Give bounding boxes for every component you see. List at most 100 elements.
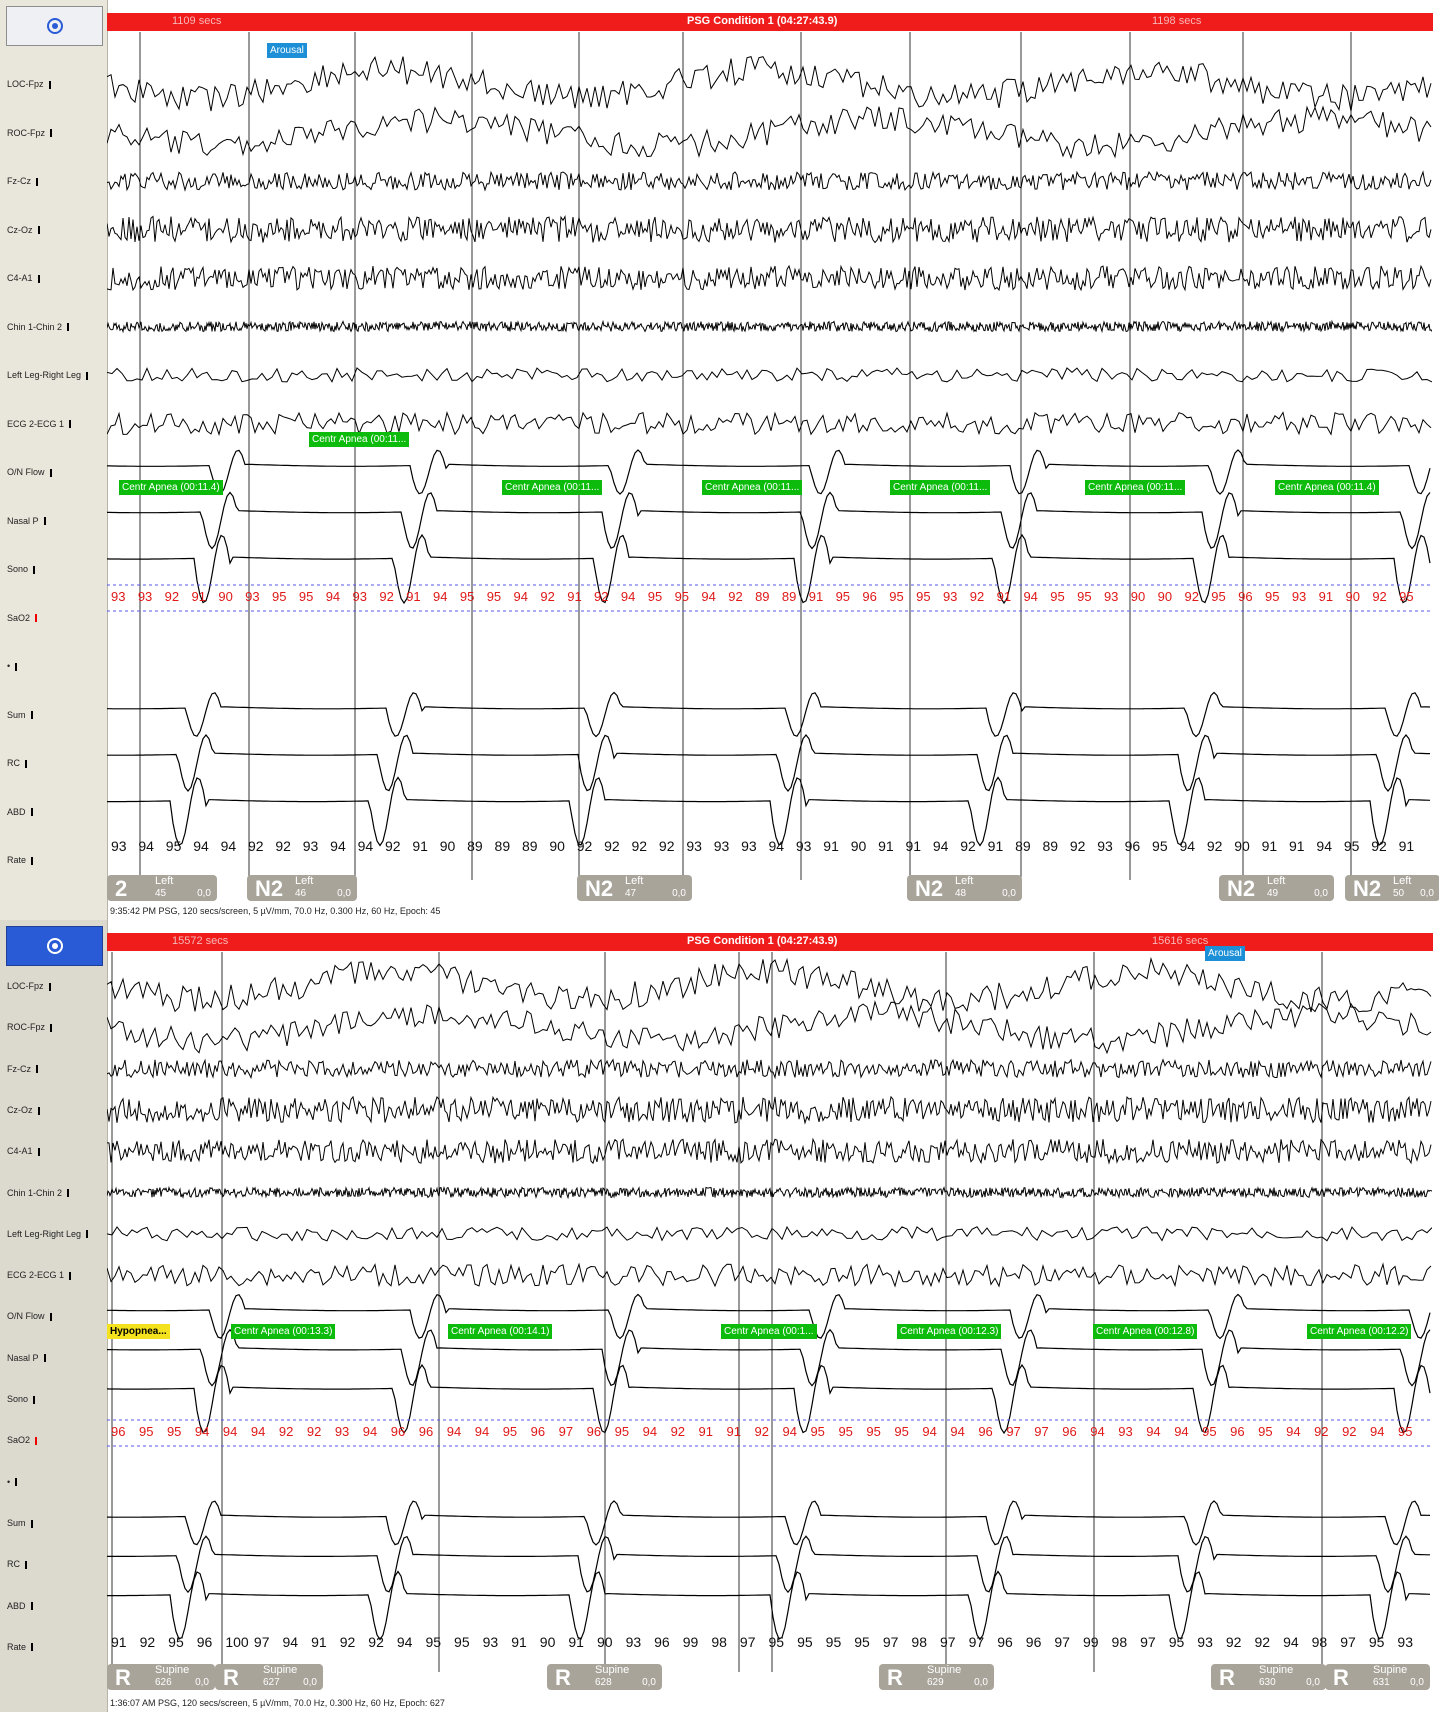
sleep-stage-badge[interactable]: R Supine 631 0,0 xyxy=(1325,1664,1430,1690)
sleep-stage-badge[interactable]: N2 Left 46 0,0 xyxy=(247,875,357,901)
sleep-stage-badge[interactable]: N2 Left 48 0,0 xyxy=(907,875,1022,901)
spo2-value: 91 xyxy=(726,1424,741,1439)
channel-label[interactable]: C4-A1 xyxy=(7,1145,40,1157)
signal-trace xyxy=(107,215,1432,244)
heart-rate-value: 97 xyxy=(1340,1634,1356,1650)
channel-label[interactable]: • xyxy=(7,1476,18,1488)
central-apnea-event[interactable]: Centr Apnea (00:13.3) xyxy=(231,1324,336,1339)
heart-rate-value: 92 xyxy=(247,838,264,854)
sleep-stage-badge[interactable]: 2 Left 45 0,0 xyxy=(107,875,217,901)
sleep-stage-badge[interactable]: N2 Left 50 0,0 xyxy=(1345,875,1439,901)
channel-label[interactable]: ROC-Fpz xyxy=(7,1021,52,1033)
arousal-event[interactable]: Arousal xyxy=(1205,946,1245,961)
channel-label-text: Fz-Cz xyxy=(7,1063,31,1074)
central-apnea-event[interactable]: Centr Apnea (00:12.3) xyxy=(897,1324,1002,1339)
channel-label[interactable]: Cz-Oz xyxy=(7,224,40,236)
channel-label[interactable]: LOC-Fpz xyxy=(7,980,51,992)
channel-label[interactable]: ABD xyxy=(7,1600,33,1612)
spo2-value: 95 xyxy=(1202,1424,1217,1439)
heart-rate-value: 96 xyxy=(1025,1634,1042,1650)
hypopnea-event[interactable]: Hypopnea... xyxy=(107,1324,170,1339)
sleep-stage-label: N2 xyxy=(1227,876,1256,901)
central-apnea-event[interactable]: Centr Apnea (00:11.4) xyxy=(1275,480,1379,495)
channel-scale-marker xyxy=(25,1560,27,1569)
arousal-event[interactable]: Arousal xyxy=(267,43,307,58)
heart-rate-value: 97 xyxy=(1140,1634,1156,1650)
central-apnea-event[interactable]: Centr Apnea (00:1... xyxy=(721,1324,817,1339)
channel-label[interactable]: • xyxy=(7,660,18,672)
central-apnea-event[interactable]: Centr Apnea (00:11... xyxy=(890,480,991,495)
channel-label[interactable]: O/N Flow xyxy=(7,1310,52,1322)
channel-label[interactable]: SaO2 xyxy=(7,1434,38,1446)
channel-label[interactable]: ECG 2-ECG 1 xyxy=(7,1269,72,1281)
channel-label[interactable]: RC xyxy=(7,757,27,769)
channel-label-text: ROC-Fpz xyxy=(7,1022,45,1033)
recording-footer: 9:35:42 PM PSG, 120 secs/screen, 5 µV/mm… xyxy=(110,906,441,916)
respiratory-trace xyxy=(107,491,1431,550)
channel-label-text: LOC-Fpz xyxy=(7,981,44,991)
channel-label[interactable]: SaO2 xyxy=(7,612,38,624)
channel-label[interactable]: Chin 1-Chin 2 xyxy=(7,1187,70,1199)
channel-label[interactable]: Left Leg-Right Leg xyxy=(7,1228,89,1240)
sleep-stage-badge[interactable]: R Supine 630 0,0 xyxy=(1211,1664,1326,1690)
view-toggle-button[interactable] xyxy=(6,926,103,966)
stage-value: 0,0 xyxy=(1002,888,1016,899)
channel-label[interactable]: LOC-Fpz xyxy=(7,78,51,90)
channel-label[interactable]: Rate xyxy=(7,1641,34,1653)
channel-scale-marker xyxy=(69,420,72,429)
channel-label[interactable]: O/N Flow xyxy=(7,466,52,478)
channel-label[interactable]: Sono xyxy=(7,563,36,575)
channel-label[interactable]: ROC-Fpz xyxy=(7,127,52,139)
central-apnea-event[interactable]: Centr Apnea (00:12.8) xyxy=(1093,1324,1198,1339)
channel-label-text: C4-A1 xyxy=(7,273,33,283)
signal-plot-area[interactable]: Arousal Centr Apnea (00:11... Centr Apnea … xyxy=(107,0,1439,920)
channel-label[interactable]: RC xyxy=(7,1558,27,1570)
spo2-value: 95 xyxy=(486,589,502,604)
channel-label[interactable]: Nasal P xyxy=(7,1352,46,1364)
channel-label[interactable]: Sum xyxy=(7,1517,33,1529)
channel-label[interactable]: Nasal P xyxy=(7,515,46,527)
spo2-value: 93 xyxy=(1118,1424,1133,1439)
spo2-value: 95 xyxy=(1077,589,1092,604)
heart-rate-value: 89 xyxy=(1015,838,1031,854)
central-apnea-event[interactable]: Centr Apnea (00:11... xyxy=(309,432,410,447)
view-toggle-button[interactable] xyxy=(6,6,103,46)
spo2-value: 93 xyxy=(942,589,958,604)
channel-label[interactable]: Sum xyxy=(7,709,33,721)
channel-label[interactable]: Fz-Cz xyxy=(7,1063,38,1075)
spo2-value: 96 xyxy=(390,1424,406,1439)
heart-rate-value: 93 xyxy=(795,838,812,854)
sleep-stage-badge[interactable]: R Supine 626 0,0 xyxy=(107,1664,215,1690)
sleep-stage-badge[interactable]: R Supine 629 0,0 xyxy=(879,1664,994,1690)
heart-rate-value: 92 xyxy=(368,1634,384,1650)
channel-label[interactable]: C4-A1 xyxy=(7,272,40,284)
channel-scale-marker xyxy=(31,1643,34,1652)
channel-label[interactable]: ECG 2-ECG 1 xyxy=(7,418,72,430)
central-apnea-event[interactable]: Centr Apnea (00:11... xyxy=(702,480,803,495)
central-apnea-event[interactable]: Centr Apnea (00:12.2) xyxy=(1307,1324,1412,1339)
sleep-stage-label: R xyxy=(223,1665,239,1690)
sleep-stage-label: R xyxy=(555,1665,571,1690)
signal-plot-area[interactable]: Arousal Hypopnea... Centr Apnea (00:13.3) C… xyxy=(107,920,1439,1712)
central-apnea-event[interactable]: Centr Apnea (00:11... xyxy=(1085,480,1186,495)
channel-label[interactable]: Left Leg-Right Leg xyxy=(7,369,89,381)
channel-label[interactable]: Cz-Oz xyxy=(7,1104,40,1116)
heart-rate-value: 90 xyxy=(549,838,565,854)
channel-label[interactable]: Sono xyxy=(7,1393,36,1405)
heart-rate-value: 91 xyxy=(1398,838,1415,854)
central-apnea-event[interactable]: Centr Apnea (00:14.1) xyxy=(448,1324,553,1339)
sleep-stage-badge[interactable]: N2 Left 49 0,0 xyxy=(1219,875,1334,901)
channel-label[interactable]: Fz-Cz xyxy=(7,175,38,187)
sleep-stage-badge[interactable]: R Supine 627 0,0 xyxy=(215,1664,323,1690)
heart-rate-value: 94 xyxy=(138,838,154,854)
central-apnea-event[interactable]: Centr Apnea (00:11.4) xyxy=(119,480,223,495)
channel-label[interactable]: Rate xyxy=(7,854,34,866)
sleep-stage-badge[interactable]: N2 Left 47 0,0 xyxy=(577,875,692,901)
central-apnea-event[interactable]: Centr Apnea (00:11... xyxy=(502,480,603,495)
channel-label[interactable]: Chin 1-Chin 2 xyxy=(7,321,70,333)
channel-scale-marker xyxy=(67,323,70,332)
stage-value: 0,0 xyxy=(337,888,351,899)
sleep-stage-badge[interactable]: R Supine 628 0,0 xyxy=(547,1664,662,1690)
channel-label[interactable]: ABD xyxy=(7,806,33,818)
spo2-value: 92 xyxy=(278,1424,294,1439)
